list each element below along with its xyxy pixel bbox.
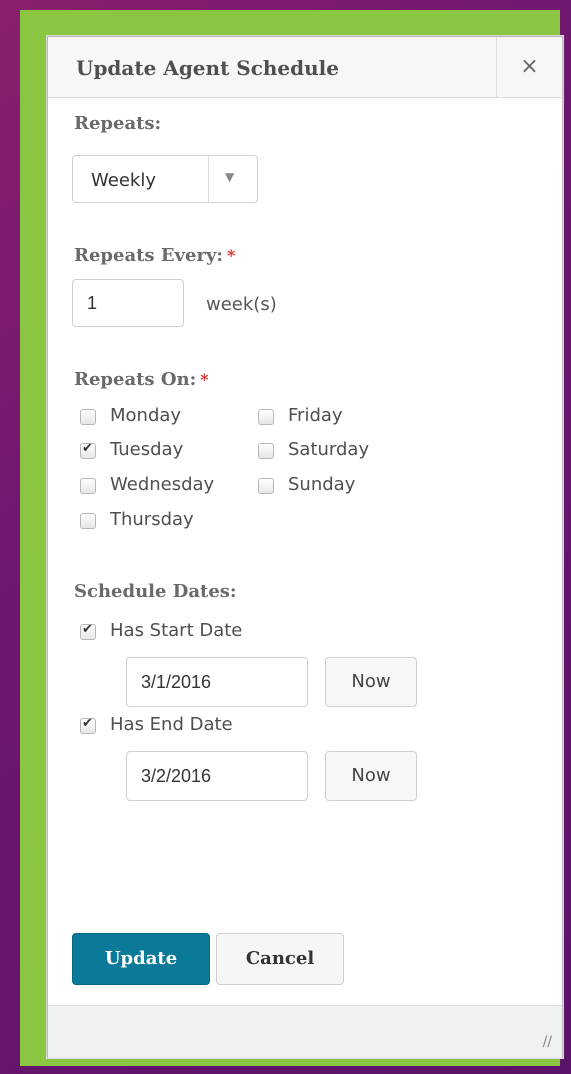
repeats-on-label: Repeats On: * [74,369,209,390]
checkbox[interactable] [258,409,274,425]
checkbox[interactable] [258,478,274,494]
end-date-now-button[interactable]: Now [325,751,417,801]
repeats-label: Repeats: [74,113,162,134]
repeats-select-value: Weekly [91,170,156,191]
start-date-now-button[interactable]: Now [325,657,417,707]
day-label: Friday [288,405,343,426]
checkbox[interactable] [80,513,96,529]
cancel-button[interactable]: Cancel [216,933,344,985]
repeats-every-input[interactable] [72,279,184,327]
day-label: Saturday [288,439,370,460]
schedule-dates-label: Schedule Dates: [74,581,237,602]
checkbox[interactable] [80,478,96,494]
required-marker: * [227,246,236,265]
close-icon: × [520,54,539,79]
repeats-every-label: Repeats Every: * [74,245,235,266]
has-end-date-label: Has End Date [110,714,233,735]
day-label: Thursday [110,509,194,530]
dialog-title: Update Agent Schedule [76,56,339,80]
repeats-every-unit: week(s) [206,294,277,315]
update-button[interactable]: Update [72,933,210,985]
repeats-every-label-text: Repeats Every: [74,245,224,266]
required-marker: * [200,370,209,389]
day-label: Monday [110,405,182,426]
has-start-date-label: Has Start Date [110,620,243,641]
dialog-footer: // [48,1005,562,1058]
day-label: Wednesday [110,474,215,495]
start-date-input[interactable] [126,657,308,707]
checkbox[interactable] [258,443,274,459]
checkbox[interactable] [80,716,96,734]
update-agent-schedule-dialog: Update Agent Schedule × Repeats: Weekly … [47,36,563,1058]
dialog-titlebar: Update Agent Schedule × [48,37,562,98]
checkbox[interactable] [80,441,96,459]
checkbox[interactable] [80,622,96,640]
repeats-select[interactable]: Weekly ▼ [72,155,258,203]
day-label: Sunday [288,474,356,495]
select-divider [208,156,209,202]
close-button[interactable]: × [496,37,562,97]
repeats-on-label-text: Repeats On: [74,369,197,390]
day-label: Tuesday [110,439,184,460]
checkbox[interactable] [80,409,96,425]
resize-handle-icon[interactable]: // [543,1034,552,1050]
chevron-down-icon: ▼ [225,170,235,184]
end-date-input[interactable] [126,751,308,801]
